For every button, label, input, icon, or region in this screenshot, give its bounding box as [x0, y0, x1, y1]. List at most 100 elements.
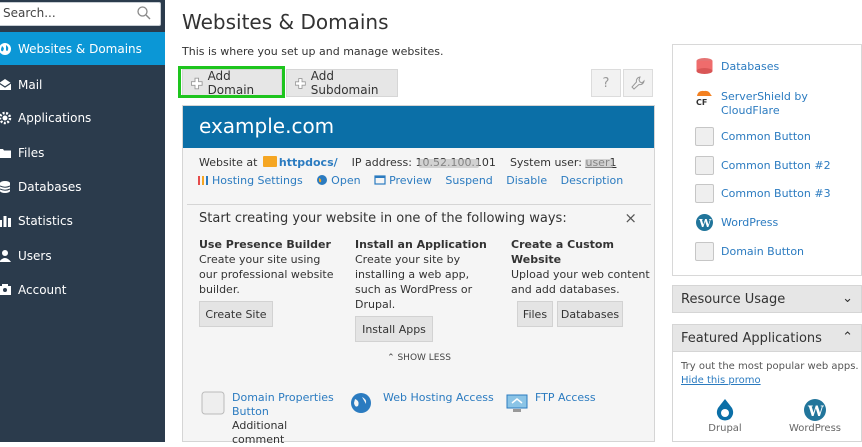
sidebar-item-label: Files	[18, 145, 45, 160]
preview-link[interactable]: Preview	[389, 174, 432, 187]
web-hosting-access-icon	[351, 393, 371, 413]
plus-icon	[295, 77, 306, 89]
preview-icon	[374, 175, 386, 185]
help-button[interactable]: ?	[591, 69, 621, 97]
bar-chart-icon	[0, 215, 11, 227]
add-subdomain-button[interactable]: Add Subdomain	[286, 69, 398, 97]
option-text: Drupal.	[355, 298, 396, 311]
docroot-link[interactable]: httpdocs/	[279, 156, 338, 169]
hosting-settings-icon	[198, 176, 208, 185]
ftp-access-icon	[506, 394, 528, 412]
featured-text: Try out the most popular web apps.	[681, 361, 859, 372]
sidebar-item-label: Statistics	[18, 213, 73, 228]
sidebar-item-databases[interactable]: Databases	[0, 170, 165, 203]
databases-button[interactable]: Databases	[557, 301, 623, 327]
featured-app-wordpress[interactable]: W WordPress	[785, 398, 845, 436]
chevron-up-icon: ⌃	[842, 330, 853, 345]
option-title: Website	[511, 253, 562, 266]
search-area: Search...	[0, 0, 165, 36]
sidebar: Search... Websites & Domains Mail Applic…	[0, 0, 165, 442]
search-icon[interactable]	[136, 5, 152, 21]
sidebar-item-statistics[interactable]: Statistics	[0, 204, 165, 237]
sidebar-item-users[interactable]: Users	[0, 239, 165, 272]
disable-link[interactable]: Disable	[506, 174, 547, 187]
domain-properties-tool[interactable]: Domain Properties Button Additional comm…	[201, 391, 341, 447]
sidebar-item-files[interactable]: Files	[0, 136, 165, 169]
sidebar-item-mail[interactable]: Mail	[0, 68, 165, 101]
globe-icon	[0, 42, 11, 55]
database-icon	[0, 180, 11, 193]
page-description: This is where you set up and manage webs…	[182, 45, 444, 58]
show-less-label: SHOW LESS	[397, 353, 451, 363]
featured-app-drupal[interactable]: Drupal	[695, 398, 755, 436]
svg-text:W: W	[807, 404, 824, 420]
sidebar-item-websites-domains[interactable]: Websites & Domains	[0, 32, 165, 65]
svg-text:CF: CF	[696, 98, 707, 106]
hosting-settings-link[interactable]: Hosting Settings	[212, 174, 303, 187]
blank-icon	[695, 242, 714, 261]
presence-builder-option: Use Presence Builder Create your site us…	[199, 237, 339, 297]
open-link[interactable]: Open	[331, 174, 360, 187]
user-icon	[0, 249, 11, 262]
svg-text:W: W	[698, 217, 712, 230]
cloudflare-icon: CF	[696, 90, 712, 106]
sidebar-item-label: Databases	[18, 179, 82, 194]
settings-button[interactable]	[623, 69, 653, 97]
ftp-access-tool[interactable]: FTP Access	[505, 391, 625, 412]
domain-info: Website at httpdocs/ IP address: 10.52.1…	[183, 148, 654, 170]
hide-promo-link[interactable]: Hide this promo	[681, 375, 761, 386]
description-link[interactable]: Description	[561, 174, 624, 187]
files-button[interactable]: Files	[517, 301, 553, 327]
option-text: builder.	[199, 283, 240, 296]
blank-icon	[695, 184, 714, 203]
suspend-link[interactable]: Suspend	[445, 174, 492, 187]
resource-usage-header[interactable]: Resource Usage ⌄	[672, 285, 862, 313]
system-user-value: user1	[585, 156, 616, 169]
domain-properties-link-2[interactable]: Button	[232, 405, 269, 418]
ftp-access-link[interactable]: FTP Access	[535, 391, 596, 404]
close-icon[interactable]: ×	[624, 209, 637, 227]
web-hosting-access-tool[interactable]: Web Hosting Access	[349, 391, 499, 413]
option-text: and add databases.	[511, 283, 620, 296]
account-icon	[0, 283, 11, 295]
chevron-down-icon: ⌄	[842, 291, 853, 306]
custom-buttons-box: Databases CF ServerShield by CloudFlare …	[672, 44, 862, 276]
drupal-icon	[716, 399, 734, 421]
domain-panel: example.com Website at httpdocs/ IP addr…	[182, 105, 655, 446]
gear-icon	[0, 111, 12, 124]
blank-button-icon	[201, 391, 225, 415]
resource-usage-title: Resource Usage	[681, 292, 786, 307]
domain-actions: Hosting Settings Open Preview Suspend Di…	[183, 170, 654, 192]
highlight-box	[178, 66, 285, 98]
option-title: Install an Application	[355, 238, 487, 251]
wrench-icon	[631, 76, 645, 90]
blank-icon	[695, 156, 714, 175]
option-text: Create your site using	[199, 253, 321, 266]
page-title: Websites & Domains	[182, 10, 389, 34]
install-application-option: Install an Application Create your site …	[355, 237, 495, 312]
featured-applications-title: Featured Applications	[681, 331, 822, 346]
start-creating-box: Start creating your website in one of th…	[187, 204, 651, 372]
folder-icon	[0, 148, 11, 158]
search-input[interactable]: Search...	[0, 2, 161, 26]
sidebar-item-label: Account	[18, 282, 67, 297]
show-less-toggle[interactable]: ⌃ SHOW LESS	[187, 353, 651, 363]
wordpress-icon: W	[804, 399, 826, 421]
ip-label: IP address:	[351, 156, 412, 169]
install-apps-button[interactable]: Install Apps	[355, 316, 433, 342]
option-text: our professional website	[199, 268, 334, 281]
domain-properties-link[interactable]: Domain Properties	[232, 391, 334, 404]
custom-website-option: Create a Custom Website Upload your web …	[511, 237, 651, 297]
sidebar-item-applications[interactable]: Applications	[0, 101, 165, 134]
ip-value: 10.52.100.101	[415, 156, 495, 169]
web-hosting-access-link[interactable]: Web Hosting Access	[383, 391, 494, 404]
featured-applications-header[interactable]: Featured Applications ⌃	[672, 324, 862, 352]
add-subdomain-label: Add Subdomain	[310, 69, 379, 97]
sidebar-item-account[interactable]: Account	[0, 273, 165, 306]
option-text: Create your site by	[355, 253, 461, 266]
create-site-button[interactable]: Create Site	[199, 301, 273, 327]
option-text: Upload your web content	[511, 268, 650, 281]
option-text: installing a web app,	[355, 268, 470, 281]
blank-icon	[695, 127, 714, 146]
website-at-label: Website at	[199, 156, 258, 169]
